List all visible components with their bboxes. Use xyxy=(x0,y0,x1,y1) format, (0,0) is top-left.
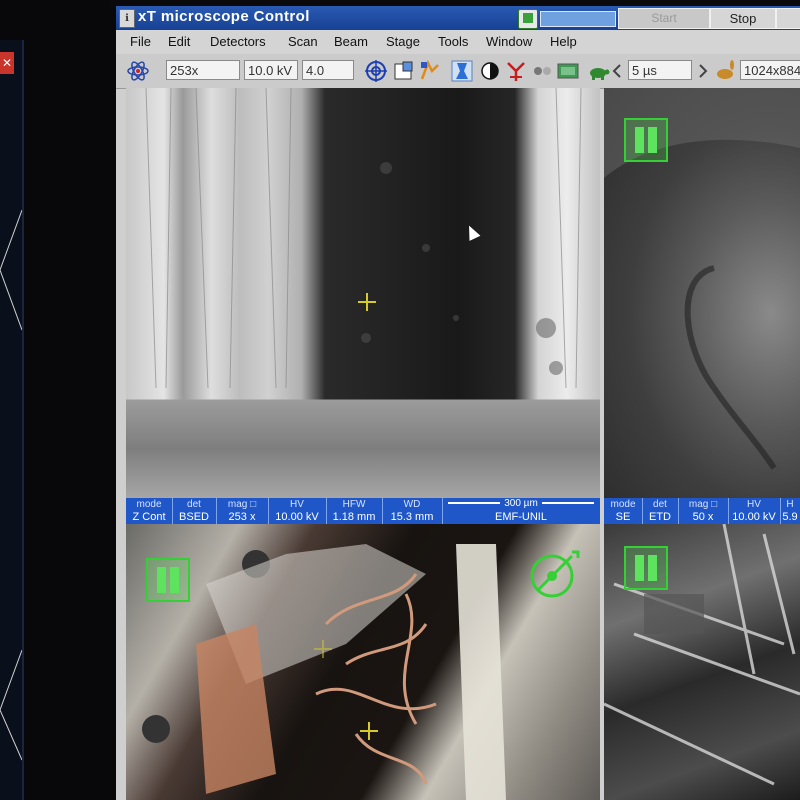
pause-button-quad-3[interactable] xyxy=(146,558,190,602)
stage-position-marker-icon xyxy=(314,640,332,658)
detector-icon[interactable] xyxy=(530,59,554,83)
toolbar: 253x 10.0 kV 4.0 5 µs 1024x884 xyxy=(116,54,800,89)
menu-help[interactable]: Help xyxy=(550,34,577,49)
close-icon[interactable]: ✕ xyxy=(0,52,14,74)
progress-bar xyxy=(540,11,616,27)
menu-stage[interactable]: Stage xyxy=(386,34,420,49)
image-display-icon[interactable] xyxy=(556,59,580,83)
quad-image-4[interactable] xyxy=(604,524,800,800)
menu-beam[interactable]: Beam xyxy=(334,34,368,49)
beam-cone-icon[interactable] xyxy=(450,59,474,83)
databar-quad-2: mode SE det ETD mag □ 50 x HV 10.00 kV H… xyxy=(604,498,800,524)
chevron-left-icon[interactable] xyxy=(610,59,624,83)
wireframe-graphic xyxy=(0,209,22,761)
reduced-area-icon[interactable] xyxy=(392,59,416,83)
beam-crosshair-icon-quad-3 xyxy=(360,722,378,740)
pause-button-quad-4[interactable] xyxy=(624,546,668,590)
menu-bar: File Edit Detectors Scan Beam Stage Tool… xyxy=(116,30,800,54)
beam-crosshair-icon xyxy=(358,293,376,311)
magnification-field[interactable]: 253x xyxy=(166,60,240,80)
quad-image-2[interactable] xyxy=(604,88,800,498)
title-bar: ℹ xT microscope Control Start Stop xyxy=(116,6,800,30)
stigmator-icon[interactable] xyxy=(504,59,528,83)
microscope-app-window: ℹ xT microscope Control Start Stop File … xyxy=(116,6,800,800)
contrast-icon[interactable] xyxy=(478,59,502,83)
dwell-time-field[interactable]: 5 µs xyxy=(628,60,692,80)
menu-detectors[interactable]: Detectors xyxy=(210,34,266,49)
chevron-right-icon[interactable] xyxy=(696,59,710,83)
window-control-button[interactable] xyxy=(776,8,800,29)
app-icon: ℹ xyxy=(119,9,135,28)
voltage-field[interactable]: 10.0 kV xyxy=(244,60,298,80)
background-window: ✕ xyxy=(0,40,24,800)
menu-tools[interactable]: Tools xyxy=(438,34,468,49)
quad-image-3[interactable] xyxy=(126,524,600,800)
start-button[interactable]: Start xyxy=(618,8,710,29)
crosshair-target-icon[interactable] xyxy=(364,59,388,83)
vacuum-status-icon xyxy=(518,9,538,29)
menu-edit[interactable]: Edit xyxy=(168,34,190,49)
spot-size-field[interactable]: 4.0 xyxy=(302,60,354,80)
databar-quad-1: mode Z Cont det BSED mag □ 253 x HV 10.0… xyxy=(126,498,600,524)
window-title: xT microscope Control xyxy=(138,8,310,25)
resolution-field[interactable]: 1024x884 xyxy=(740,60,800,80)
menu-file[interactable]: File xyxy=(130,34,151,49)
quad-image-1[interactable] xyxy=(126,88,600,498)
pause-button[interactable] xyxy=(624,118,668,162)
scale-bar: 300 µm EMF-UNIL xyxy=(442,498,600,524)
slow-scan-turtle-icon[interactable] xyxy=(586,59,610,83)
stop-button[interactable]: Stop xyxy=(710,8,776,29)
menu-window[interactable]: Window xyxy=(486,34,532,49)
navigation-compass-icon[interactable] xyxy=(526,546,582,602)
atom-icon[interactable] xyxy=(126,59,150,83)
menu-scan[interactable]: Scan xyxy=(288,34,318,49)
fast-scan-rabbit-icon[interactable] xyxy=(714,59,738,83)
beam-shift-icon[interactable] xyxy=(418,59,442,83)
